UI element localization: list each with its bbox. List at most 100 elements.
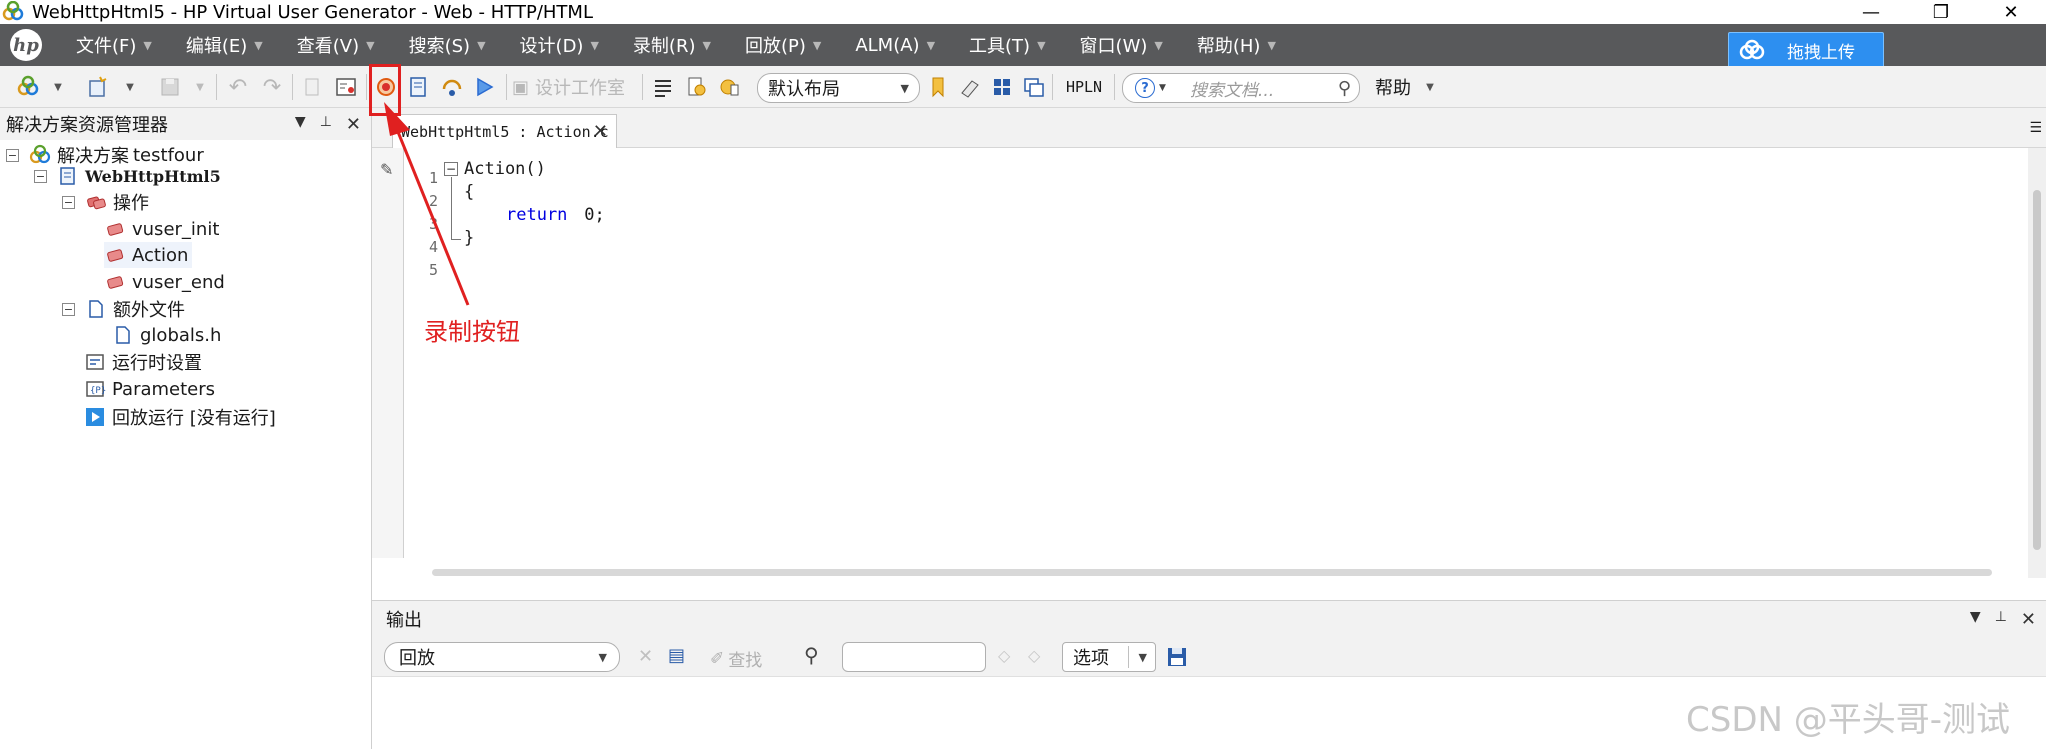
bookmark-icon [932,77,944,98]
menu-view[interactable]: 查看(V) ▼ [297,32,375,58]
pin-icon[interactable]: ⊥ [320,114,332,135]
steps-list-button[interactable] [650,73,676,101]
output-title: 输出 [386,610,422,631]
chevron-down-icon: ▼ [143,38,152,52]
output-search-input[interactable] [842,642,986,672]
tree-file-globals[interactable]: globals.h [112,322,221,348]
vugen-app-icon [2,1,24,21]
svg-text:{P}: {P} [90,386,106,396]
editor-tab-strip: WebHttpHtml5 : Action.c ✕ ☰ [372,108,2046,148]
print-button[interactable] [298,73,326,101]
find-button[interactable]: ✐ 查找 [710,646,762,672]
design-studio-button[interactable]: ▣ 设计工作室 [512,73,642,101]
redo-icon: ↷ [262,74,282,100]
find-icon: ✐ [710,648,725,669]
collapse-toggle[interactable]: − [34,169,47,183]
tree-runtime-settings[interactable]: 运行时设置 [74,349,202,375]
next-result-icon[interactable]: ◇ [1028,646,1040,665]
bookmark-button[interactable] [926,73,950,101]
list-icon [655,80,671,97]
pin-icon[interactable]: ⊥ [1995,609,2007,630]
menu-window[interactable]: 窗口(W) ▼ [1080,32,1163,58]
output-source-select[interactable]: 回放 ▼ [384,642,620,672]
chevron-down-icon[interactable]: ▼ [295,114,306,135]
prev-result-icon[interactable]: ◇ [998,646,1010,665]
snapshot-button[interactable] [684,73,710,101]
close-icon[interactable]: ✕ [593,121,608,142]
extra-files-label: 额外文件 [113,300,185,321]
help-button[interactable]: 帮助 [1372,73,1414,101]
code-line-3-rest[interactable]: 0; [574,205,604,225]
menu-search[interactable]: 搜索(S) ▼ [409,32,486,58]
help-search-field[interactable]: ? ▼ 搜索文档... ⚲ [1122,73,1360,103]
print-icon [305,78,319,96]
menu-tools[interactable]: 工具(T) ▼ [969,32,1046,58]
undo-button[interactable]: ↶ [224,73,252,101]
tree-script[interactable]: − WebHttpHtml5 [34,163,221,189]
compile-icon [336,78,356,96]
layout-select-value: 默认布局 [768,79,840,100]
collapse-toggle[interactable]: − [62,195,75,209]
menu-replay[interactable]: 回放(P) ▼ [745,32,821,58]
close-icon[interactable]: ✕ [2021,609,2036,630]
scroll-thumb[interactable] [432,569,1992,576]
menu-file[interactable]: 文件(F) ▼ [76,32,152,58]
tree-action-vuser-init[interactable]: vuser_init [104,216,219,242]
close-icon[interactable]: ✕ [346,114,361,135]
tree-action-action[interactable]: Action [104,242,193,268]
tree-action-vuser-end[interactable]: vuser_end [104,269,225,295]
tree-parameters[interactable]: {P} Parameters [74,376,215,402]
solution-explorer-header: 解决方案资源管理器 ▼ ⊥ ✕ [0,108,371,140]
layout-select[interactable]: 默认布局 ▼ [757,73,920,103]
word-wrap-icon[interactable]: ▤ [668,645,685,666]
tree-extra-files-folder[interactable]: − 额外文件 [62,296,185,322]
menu-design[interactable]: 设计(D) ▼ [520,32,599,58]
maximize-button[interactable]: ❐ [1906,0,1976,24]
scroll-thumb[interactable] [2033,190,2041,550]
tree-replay-run[interactable]: 回放运行 [没有运行] [74,404,276,430]
menu-help-label: 帮助(H) [1196,36,1261,57]
drag-upload-button[interactable]: 拖拽上传 [1728,32,1884,68]
rerecord-button[interactable] [404,73,432,101]
clear-button[interactable] [958,73,982,101]
redo-button[interactable]: ↷ [258,73,286,101]
editor-horizontal-scrollbar[interactable] [412,566,2032,578]
annotation-arrow-icon [384,102,470,306]
chevron-down-icon[interactable]: ▼ [194,73,206,101]
search-icon[interactable]: ⚲ [804,643,819,667]
options-button[interactable]: 选项 ▼ [1062,642,1156,672]
chevron-down-icon[interactable]: ▼ [1970,609,1981,630]
new-script-button[interactable] [84,73,112,101]
windows-button[interactable] [1022,73,1046,101]
save-button[interactable] [156,73,184,101]
chevron-down-icon[interactable]: ▼ [124,73,136,101]
minimize-button[interactable]: — [1836,0,1906,24]
run-step-button[interactable] [438,73,466,101]
tree-actions-folder[interactable]: − 操作 [62,189,149,215]
chevron-down-icon[interactable]: ▼ [1424,73,1436,101]
menu-record[interactable]: 录制(R) ▼ [633,32,711,58]
close-button[interactable]: ✕ [1976,0,2046,24]
menu-alm[interactable]: ALM(A) ▼ [855,35,935,56]
menu-help[interactable]: 帮助(H) ▼ [1197,32,1276,58]
save-icon[interactable] [1166,646,1188,668]
replay-summary-button[interactable] [716,73,742,101]
search-icon[interactable]: ⚲ [1338,78,1351,99]
play-icon [477,77,494,97]
clear-output-icon[interactable]: ✕ [638,646,653,667]
runtime-settings-icon [86,354,104,370]
hpln-button[interactable]: HPLN [1060,73,1108,101]
new-solution-button[interactable] [14,73,42,101]
compile-button[interactable] [332,73,360,101]
menu-edit-label: 编辑(E) [185,36,248,57]
tile-button[interactable] [990,73,1014,101]
chevron-down-icon[interactable]: ▼ [52,73,64,101]
tab-list-icon[interactable]: ☰ [2029,120,2042,136]
editor-vertical-scrollbar[interactable] [2028,148,2046,578]
replay-button[interactable] [470,73,498,101]
collapse-toggle[interactable]: − [62,302,75,316]
collapse-toggle[interactable]: − [6,148,19,162]
chevron-down-icon: ▼ [1037,38,1046,52]
code-keyword-return[interactable]: return [506,205,567,225]
menu-edit[interactable]: 编辑(E) ▼ [186,32,263,58]
